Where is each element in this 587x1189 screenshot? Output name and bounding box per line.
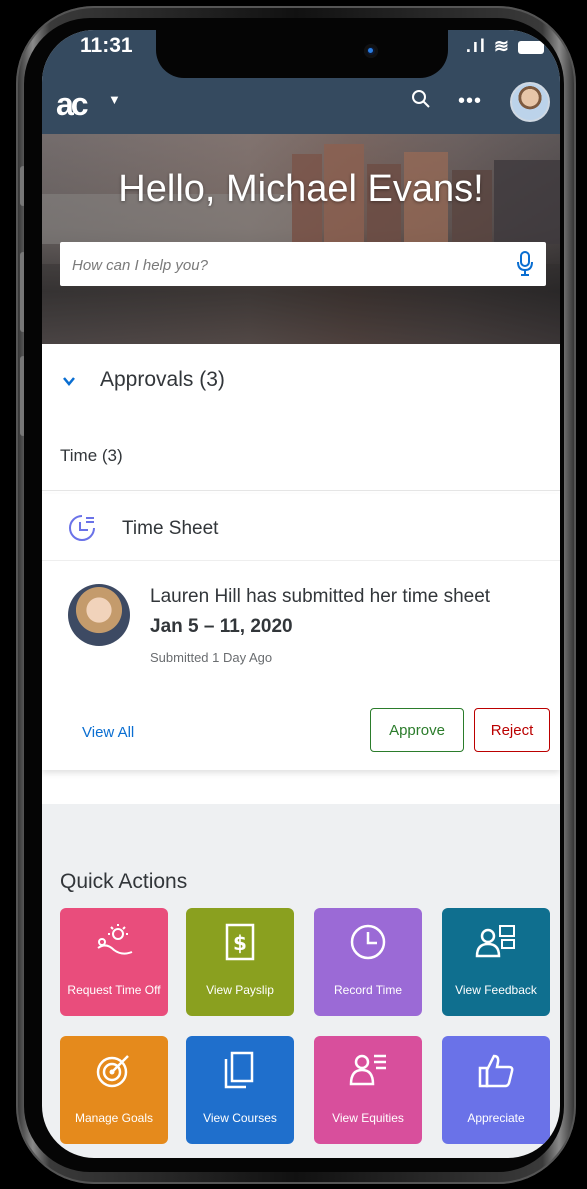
svg-text:$: $	[233, 931, 247, 955]
approve-button[interactable]: Approve	[370, 708, 464, 752]
quick-action-tile[interactable]: $ View Payslip	[186, 908, 294, 1016]
clock-icon	[350, 924, 386, 960]
target-icon	[96, 1055, 129, 1088]
thumbs-up-icon	[478, 1054, 514, 1088]
quick-action-tile[interactable]: Record Time	[314, 908, 422, 1016]
view-all-link[interactable]: View All	[82, 724, 134, 741]
payslip-icon: $	[225, 923, 255, 961]
battery-icon	[518, 40, 544, 54]
app-logo[interactable]: ac	[56, 86, 89, 123]
notch	[156, 30, 448, 78]
greeting: Hello, Michael Evans!	[118, 168, 484, 210]
timesheet-card: Time Sheet Lauren Hill has submitted her…	[42, 494, 560, 770]
submission-time: Submitted 1 Day Ago	[150, 650, 273, 665]
sun-person-icon	[97, 924, 133, 955]
quick-action-label: View Payslip	[206, 982, 274, 997]
quick-action-tile[interactable]: Manage Goals	[60, 1036, 168, 1144]
submission-message: Lauren Hill has submitted her time sheet	[150, 586, 491, 607]
approvals-header[interactable]: Approvals (3)	[42, 344, 560, 424]
book-icon	[224, 1051, 254, 1089]
quick-action-tile[interactable]: Appreciate	[442, 1036, 550, 1144]
avatar[interactable]	[510, 82, 550, 122]
chevron-down-icon[interactable]	[62, 374, 76, 388]
wifi-icon: ≋	[493, 36, 511, 56]
quick-action-tile[interactable]: View Feedback	[442, 908, 550, 1016]
quick-actions-title: Quick Actions	[60, 870, 188, 893]
time-group[interactable]: Time (3)	[42, 424, 560, 491]
submission-dates: Jan 5 – 11, 2020	[150, 616, 293, 637]
hero-banner	[42, 134, 560, 344]
quick-action-label: View Equities	[332, 1110, 404, 1125]
quick-action-label: Manage Goals	[74, 1110, 154, 1125]
microphone-icon[interactable]	[516, 250, 534, 278]
quick-action-tile[interactable]: View Equities	[314, 1036, 422, 1144]
quick-action-label: View Courses	[203, 1110, 277, 1125]
hero-city-image	[42, 144, 560, 344]
person-list-icon	[349, 1054, 386, 1086]
search-input[interactable]	[70, 250, 494, 280]
search-box[interactable]	[60, 242, 546, 286]
quick-action-tile[interactable]: View Courses	[186, 1036, 294, 1144]
timesheet-icon	[69, 515, 95, 541]
search-icon[interactable]	[410, 88, 432, 110]
timesheet-card-title: Time Sheet	[122, 518, 219, 539]
more-icon[interactable]: •••	[458, 90, 482, 113]
timesheet-card-header: Time Sheet	[42, 494, 560, 561]
reject-button[interactable]: Reject	[474, 708, 550, 752]
chevron-down-icon[interactable]: ▼	[108, 92, 121, 107]
app-screen: 11:31 .ıl ≋ ac ▼ ••• Hello, Michael Evan…	[42, 30, 560, 1158]
status-icons: .ıl ≋	[466, 36, 544, 57]
approvals-panel: Approvals (3) Time (3) Time Sheet Lauren…	[42, 344, 560, 804]
quick-action-label: View Feedback	[455, 982, 537, 997]
quick-action-label: Appreciate	[467, 1110, 525, 1125]
quick-action-label: Record Time	[333, 982, 403, 997]
time-group-label: Time (3)	[60, 446, 123, 465]
signal-icon: .ıl	[465, 36, 487, 56]
quick-action-label: Request Time Off	[67, 982, 161, 997]
camera	[364, 44, 378, 58]
status-time: 11:31	[80, 34, 133, 57]
quick-action-tile[interactable]: Request Time Off	[60, 908, 168, 1016]
feedback-icon	[475, 925, 515, 958]
approvals-title: Approvals (3)	[100, 368, 225, 391]
submitter-avatar	[68, 584, 130, 646]
